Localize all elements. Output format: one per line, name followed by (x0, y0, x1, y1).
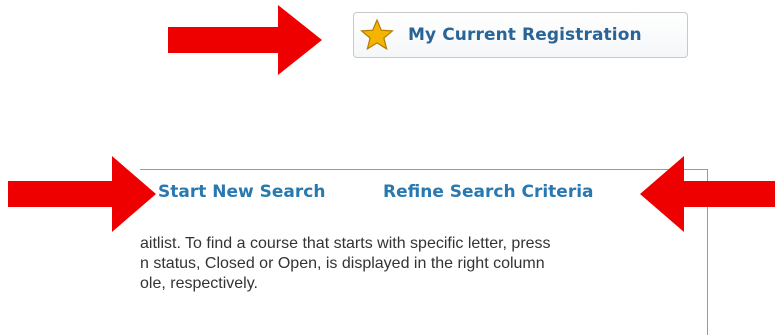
instructions-line: n status, Closed or Open, is displayed i… (140, 255, 545, 272)
instructions-line: ole, respectively. (140, 275, 258, 292)
star-icon (360, 18, 394, 51)
start-new-search-link[interactable]: Start New Search (158, 182, 325, 202)
search-instructions-text: aitlist. To find a course that starts wi… (140, 234, 700, 314)
red-arrow-right-icon (168, 5, 322, 75)
instructions-line: aitlist. To find a course that starts wi… (140, 235, 551, 252)
red-arrow-right-icon (8, 156, 156, 232)
panel-top-border (140, 169, 708, 170)
my-current-registration-button[interactable]: My Current Registration (353, 12, 688, 58)
my-current-registration-label: My Current Registration (408, 25, 642, 45)
red-arrow-left-icon (640, 156, 775, 232)
refine-search-criteria-link[interactable]: Refine Search Criteria (383, 182, 594, 202)
